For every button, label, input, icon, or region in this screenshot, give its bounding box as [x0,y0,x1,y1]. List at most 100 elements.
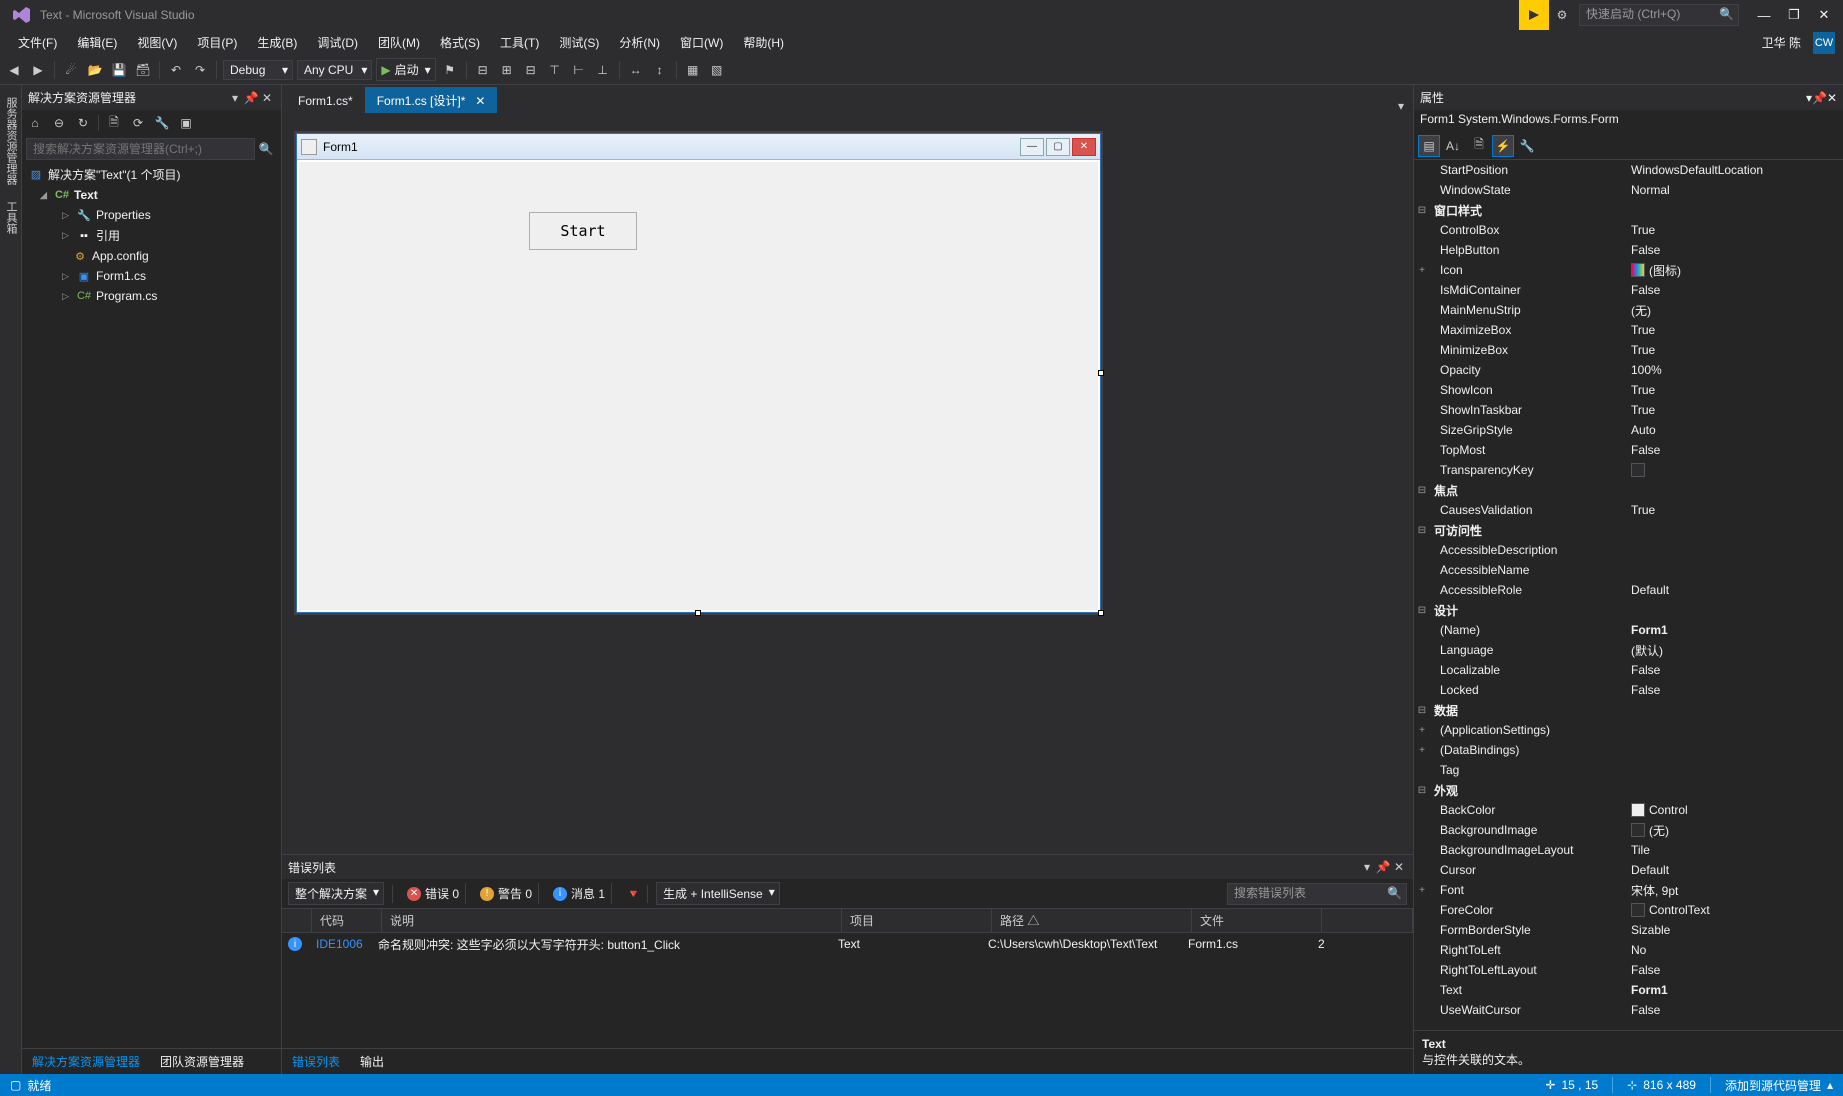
open-file-icon[interactable]: 📂 [85,60,105,80]
menu-debug[interactable]: 调试(D) [307,30,368,55]
error-row[interactable]: i IDE1006 命名规则冲突: 这些字必须以大写字符开头: button1_… [282,933,1413,955]
tree-program[interactable]: ▷ C# Program.cs [22,286,281,306]
col-project[interactable]: 项目 [842,909,992,932]
explorer-search-input[interactable] [26,138,255,160]
menu-file[interactable]: 文件(F) [8,30,67,55]
prop-row[interactable]: AccessibleRoleDefault [1414,580,1843,600]
notification-flag-icon[interactable] [1519,0,1549,30]
prop-row[interactable]: AccessibleName [1414,560,1843,580]
feedback-icon[interactable]: ⚙ [1553,8,1571,22]
prop-row[interactable]: TopMostFalse [1414,440,1843,460]
prop-row[interactable]: BackgroundImageLayoutTile [1414,840,1843,860]
prop-row[interactable]: StartPositionWindowsDefaultLocation [1414,160,1843,180]
col-path[interactable]: 路径 △ [992,909,1192,932]
close-icon[interactable]: ✕ [1827,91,1837,105]
pin-icon[interactable]: 📌 [1812,91,1827,105]
prop-row[interactable]: FormBorderStyleSizable [1414,920,1843,940]
menu-view[interactable]: 视图(V) [127,30,187,55]
prop-row[interactable]: Language(默认) [1414,640,1843,660]
vspace-icon[interactable]: ↕ [650,60,670,80]
prop-row[interactable]: AccessibleDescription [1414,540,1843,560]
properties-icon[interactable]: 🔧 [153,114,171,132]
filter-errors[interactable]: ✕ 错误 0 [401,883,466,904]
menu-build[interactable]: 生成(B) [247,30,307,55]
prop-row[interactable]: +Icon(图标) [1414,260,1843,280]
prop-category[interactable]: ⊟焦点 [1414,480,1843,500]
prop-category[interactable]: ⊟设计 [1414,600,1843,620]
preview-icon[interactable]: ▣ [177,114,195,132]
prop-row[interactable]: UseWaitCursorFalse [1414,1000,1843,1020]
prop-row[interactable]: CursorDefault [1414,860,1843,880]
menu-edit[interactable]: 编辑(E) [67,30,127,55]
prop-row[interactable]: RightToLeftNo [1414,940,1843,960]
menu-format[interactable]: 格式(S) [430,30,490,55]
doc-tab-form1-design[interactable]: Form1.cs [设计]* ✕ [365,87,498,113]
prop-row[interactable]: CausesValidationTrue [1414,500,1843,520]
tab-toolbox[interactable]: 工具箱 [0,193,21,242]
align-bottom-icon[interactable]: ⊥ [593,60,613,80]
alphabetical-icon[interactable]: A↓ [1442,135,1464,157]
filter-warnings[interactable]: ! 警告 0 [474,883,539,904]
save-icon[interactable]: 💾 [109,60,129,80]
pin-icon[interactable]: 📌 [1375,860,1391,874]
menu-project[interactable]: 项目(P) [187,30,247,55]
search-icon[interactable]: 🔍 [255,142,277,156]
categorized-icon[interactable]: ▤ [1418,135,1440,157]
prop-row[interactable]: ShowIconTrue [1414,380,1843,400]
close-icon[interactable]: ✕ [1391,860,1407,874]
showall-icon[interactable]: 🗎 [105,114,123,132]
minimize-button[interactable]: — [1749,0,1779,30]
tab-output[interactable]: 输出 [350,1049,394,1074]
props-icon[interactable]: 🗎 [1468,135,1490,157]
resize-handle[interactable] [1098,610,1104,616]
menu-analyze[interactable]: 分析(N) [609,30,670,55]
expand-icon[interactable]: ◢ [40,190,50,201]
filter-messages[interactable]: i 消息 1 [547,883,612,904]
prop-category[interactable]: ⊟数据 [1414,700,1843,720]
user-avatar[interactable]: CW [1813,32,1835,54]
align-top-icon[interactable]: ⊤ [545,60,565,80]
expand-icon[interactable]: ▷ [62,291,72,302]
send-back-icon[interactable]: ▧ [707,60,727,80]
prop-row[interactable]: TransparencyKey [1414,460,1843,480]
scope-dropdown[interactable]: 整个解决方案 [288,882,384,905]
events-icon[interactable]: ⚡ [1492,135,1514,157]
close-button[interactable]: ✕ [1809,0,1839,30]
prop-row[interactable]: MainMenuStrip(无) [1414,300,1843,320]
hspace-icon[interactable]: ↔ [626,60,646,80]
dropdown-icon[interactable]: ▾ [227,91,243,105]
tab-server-explorer[interactable]: 服务器资源管理器 [0,89,21,193]
prop-category[interactable]: ⊟外观 [1414,780,1843,800]
build-dropdown[interactable]: 生成 + IntelliSense [656,882,780,905]
prop-row[interactable]: Tag [1414,760,1843,780]
config-dropdown[interactable]: Debug [223,60,293,80]
doc-tab-form1cs[interactable]: Form1.cs* [286,87,365,113]
tree-project[interactable]: ◢ C# Text [22,185,281,205]
tab-errorlist[interactable]: 错误列表 [282,1049,350,1074]
tree-properties[interactable]: ▷ 🔧 Properties [22,205,281,225]
prop-row[interactable]: Opacity100% [1414,360,1843,380]
tree-references[interactable]: ▷ ▪▪ 引用 [22,225,281,246]
quick-launch-input[interactable]: 快速启动 (Ctrl+Q) 🔍 [1579,4,1739,26]
menu-tools[interactable]: 工具(T) [490,30,549,55]
expand-icon[interactable]: ▷ [62,210,72,221]
tab-solution-explorer[interactable]: 解决方案资源管理器 [22,1049,150,1074]
restore-button[interactable]: ❐ [1779,0,1809,30]
platform-dropdown[interactable]: Any CPU [297,60,372,80]
start-debug-button[interactable]: ▶ 启动 [376,58,435,81]
close-icon[interactable]: ✕ [475,94,485,108]
new-project-icon[interactable]: ☄ [61,60,81,80]
propertypages-icon[interactable]: 🔧 [1516,135,1538,157]
status-source-control[interactable]: 添加到源代码管理 ▴ [1725,1077,1833,1094]
form-button-start[interactable]: Start [529,212,637,250]
tab-team-explorer[interactable]: 团队资源管理器 [150,1049,254,1074]
prop-row[interactable]: SizeGripStyleAuto [1414,420,1843,440]
prop-row[interactable]: LocalizableFalse [1414,660,1843,680]
align-left-icon[interactable]: ⊟ [473,60,493,80]
save-all-icon[interactable]: 🗃 [133,60,153,80]
resize-handle[interactable] [695,610,701,616]
prop-row[interactable]: WindowStateNormal [1414,180,1843,200]
menu-team[interactable]: 团队(M) [368,30,430,55]
menu-window[interactable]: 窗口(W) [670,30,733,55]
pin-icon[interactable]: 📌 [243,91,259,105]
